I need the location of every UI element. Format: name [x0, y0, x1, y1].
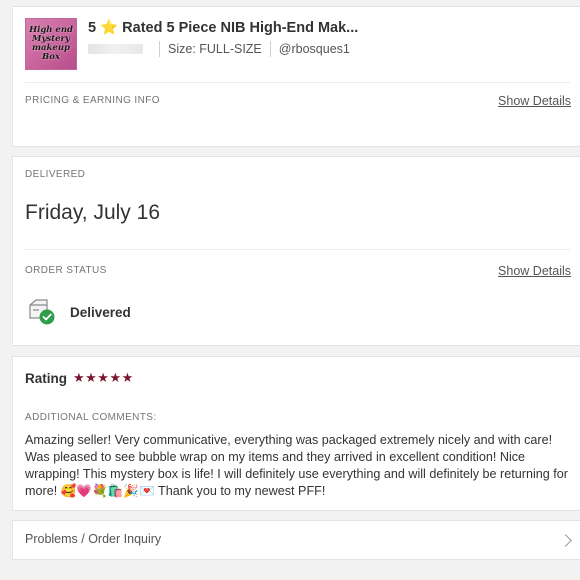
price-redacted [88, 44, 143, 54]
product-card: High end Mystery makeup Box 5 ⭐️ Rated 5… [12, 6, 580, 147]
rating-row: Rating ★★★★★ [25, 370, 134, 386]
product-title[interactable]: 5 ⭐️ Rated 5 Piece NIB High-End Mak... [88, 19, 388, 36]
pricing-label: PRICING & EARNING INFO [25, 95, 160, 106]
star-rating-icon: ★★★★★ [73, 370, 134, 385]
delivery-date: Friday, July 16 [25, 201, 160, 224]
additional-comments-label: ADDITIONAL COMMENTS: [25, 412, 157, 423]
rating-label: Rating [25, 370, 67, 386]
product-size: Size: FULL-SIZE [168, 42, 262, 56]
delivery-status-card: DELIVERED Friday, July 16 ORDER STATUS S… [12, 156, 580, 346]
seller-username[interactable]: @rbosques1 [279, 42, 350, 56]
delivered-box-icon [27, 298, 57, 326]
problems-order-inquiry-row[interactable]: Problems / Order Inquiry [12, 520, 580, 560]
order-status-label: ORDER STATUS [25, 265, 107, 276]
problems-label: Problems / Order Inquiry [25, 532, 162, 546]
section-divider [25, 249, 570, 250]
order-status-text: Delivered [70, 304, 131, 320]
delivered-label: DELIVERED [25, 169, 86, 180]
pricing-show-details-link[interactable]: Show Details [498, 94, 571, 108]
product-meta: Size: FULL-SIZE @rbosques1 [88, 40, 350, 58]
review-comment: Amazing seller! Very communicative, ever… [25, 433, 568, 498]
rating-card: Rating ★★★★★ ADDITIONAL COMMENTS: Amazin… [12, 356, 580, 511]
thumbnail-text: High end Mystery makeup Box [29, 25, 73, 62]
order-status-show-details-link[interactable]: Show Details [498, 264, 571, 278]
meta-divider [159, 41, 160, 57]
product-thumbnail[interactable]: High end Mystery makeup Box [25, 18, 77, 70]
chevron-right-icon [559, 534, 572, 547]
meta-divider [269, 41, 271, 57]
section-divider [25, 82, 570, 83]
order-status-row: Delivered [27, 298, 131, 326]
